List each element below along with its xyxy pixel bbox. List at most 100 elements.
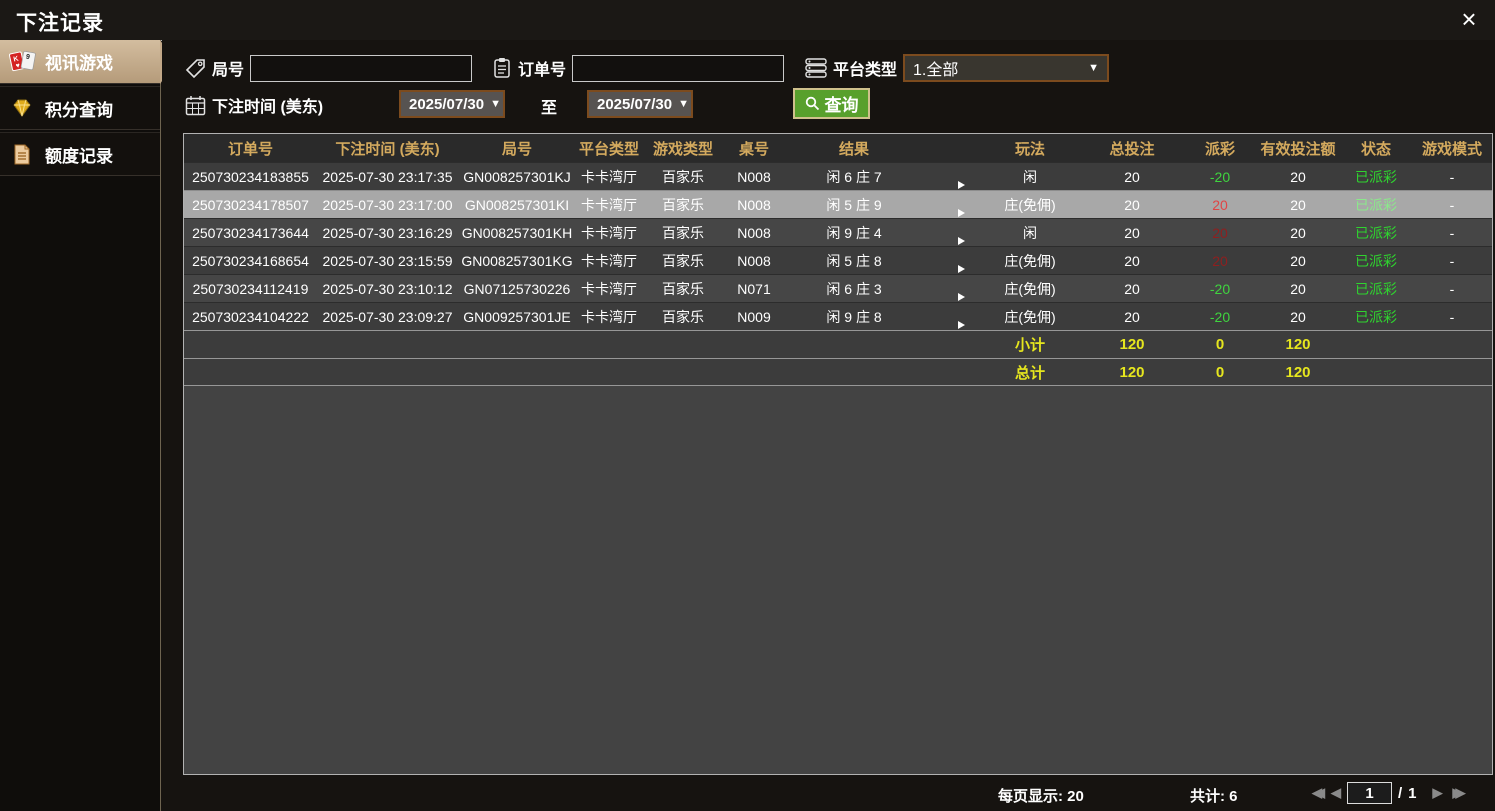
- cell-total: 20: [1124, 308, 1140, 325]
- calendar-icon: [185, 95, 206, 116]
- sidebar-item-video-games[interactable]: K ♥ 9 视讯游戏: [0, 40, 160, 84]
- table-row[interactable]: 250730234183855 2025-07-30 23:17:35 GN00…: [184, 162, 1492, 190]
- bet-time-label: 下注时间 (美东): [212, 99, 324, 116]
- content-area: 局号 订单号 平台类型 1.全部 ▼ 下注时间 (美东) 2025/07/30 …: [162, 40, 1495, 811]
- cell-payout: -20: [1209, 280, 1231, 297]
- subtotal-label: 小计: [1014, 337, 1045, 354]
- cell-table: N008: [737, 252, 771, 269]
- platform-type-value: 1.全部: [913, 62, 959, 79]
- cell-platform: 卡卡湾厅: [581, 168, 637, 185]
- query-button[interactable]: 查询: [793, 88, 870, 119]
- cell-round: GN008257301KJ: [463, 168, 571, 185]
- table-row[interactable]: 250730234112419 2025-07-30 23:10:12 GN07…: [184, 274, 1492, 302]
- cell-total: 20: [1124, 280, 1140, 297]
- cell-bet-type: 闲: [1023, 168, 1037, 185]
- cell-order: 250730234178507: [192, 196, 309, 213]
- cell-platform: 卡卡湾厅: [581, 280, 637, 297]
- cell-order: 250730234183855: [192, 168, 309, 185]
- cell-platform: 卡卡湾厅: [581, 252, 637, 269]
- cell-order: 250730234112419: [192, 280, 309, 297]
- cell-valid: 20: [1290, 308, 1306, 325]
- cell-round: GN07125730226: [463, 280, 571, 297]
- sidebar: K ♥ 9 视讯游戏 积分查询 额度记录: [0, 40, 161, 811]
- cell-valid: 20: [1290, 224, 1306, 241]
- platform-type-select[interactable]: 1.全部 ▼: [903, 54, 1110, 82]
- cell-payout: 20: [1212, 196, 1228, 213]
- date-from-value: 2025/07/30: [409, 95, 485, 113]
- cell-result: 闲 5 庄 8: [826, 252, 882, 269]
- cell-table: N008: [737, 196, 771, 213]
- date-to-value: 2025/07/30: [597, 95, 673, 113]
- cell-table: N008: [737, 224, 771, 241]
- pagination: ◀◀ ◀ / 1 ▶ ▶▶: [1312, 782, 1466, 804]
- sidebar-item-credit-records[interactable]: 额度记录: [0, 132, 160, 176]
- cell-round: GN008257301KI: [464, 196, 570, 213]
- col-header-mode: 游戏模式: [1421, 140, 1482, 158]
- col-header-payout: 派彩: [1204, 140, 1235, 158]
- col-header-time: 下注时间 (美东): [335, 140, 440, 158]
- cell-time: 2025-07-30 23:16:29: [322, 224, 453, 241]
- order-no-input[interactable]: [572, 54, 785, 82]
- close-button[interactable]: ×: [1453, 2, 1485, 36]
- last-page-icon[interactable]: ▶▶: [1453, 785, 1466, 801]
- cell-time: 2025-07-30 23:17:35: [322, 168, 453, 185]
- cell-valid: 20: [1290, 168, 1306, 185]
- table-row[interactable]: 250730234173644 2025-07-30 23:16:29 GN00…: [184, 218, 1492, 246]
- prev-page-icon[interactable]: ◀: [1331, 785, 1341, 801]
- col-header-order: 订单号: [227, 140, 273, 158]
- cell-round: GN008257301KG: [461, 252, 573, 269]
- cell-bet-type: 闲: [1023, 224, 1037, 241]
- date-to-select[interactable]: 2025/07/30 ▼: [587, 90, 693, 118]
- cell-mode: -: [1449, 280, 1455, 297]
- cell-time: 2025-07-30 23:15:59: [322, 252, 453, 269]
- table-row[interactable]: 250730234168654 2025-07-30 23:15:59 GN00…: [184, 246, 1492, 274]
- page-number-input[interactable]: [1347, 782, 1392, 804]
- clipboard-icon: [492, 57, 512, 79]
- cell-result: 闲 6 庄 3: [826, 280, 882, 297]
- cell-total: 20: [1124, 196, 1140, 213]
- cell-time: 2025-07-30 23:09:27: [322, 308, 453, 325]
- cell-game: 百家乐: [662, 224, 704, 241]
- cell-status: 已派彩: [1355, 280, 1397, 297]
- next-page-icon[interactable]: ▶: [1433, 785, 1443, 801]
- sidebar-item-label: 额度记录: [45, 146, 113, 166]
- cell-result: 闲 5 庄 9: [826, 196, 882, 213]
- cell-status: 已派彩: [1355, 168, 1397, 185]
- subtotal-payout: 0: [1215, 336, 1225, 353]
- order-no-label: 订单号: [518, 62, 567, 79]
- cell-game: 百家乐: [662, 308, 704, 325]
- diamond-icon: [8, 98, 36, 118]
- table-header-row: 订单号 下注时间 (美东) 局号 平台类型 游戏类型 桌号 结果 玩法 总投注 …: [184, 134, 1492, 162]
- sidebar-item-label: 视讯游戏: [45, 54, 113, 73]
- document-icon: [8, 144, 36, 165]
- cell-mode: -: [1449, 168, 1455, 185]
- bet-records-table: 订单号 下注时间 (美东) 局号 平台类型 游戏类型 桌号 结果 玩法 总投注 …: [183, 133, 1493, 775]
- cell-bet-type: 庄(免佣): [1004, 280, 1056, 297]
- round-no-input[interactable]: [250, 54, 473, 82]
- first-page-icon[interactable]: ◀◀: [1312, 785, 1325, 801]
- table-row-selected[interactable]: 250730234178507 2025-07-30 23:17:00 GN00…: [184, 190, 1492, 218]
- cell-platform: 卡卡湾厅: [581, 308, 637, 325]
- cell-result: 闲 9 庄 8: [826, 308, 882, 325]
- chevron-down-icon: ▼: [490, 98, 501, 110]
- cell-time: 2025-07-30 23:10:12: [322, 280, 453, 297]
- cell-bet-type: 庄(免佣): [1004, 252, 1056, 269]
- cell-payout: -20: [1209, 308, 1231, 325]
- cell-valid: 20: [1290, 280, 1306, 297]
- cell-table: N071: [737, 280, 771, 297]
- grand-total-valid: 120: [1285, 363, 1311, 381]
- sidebar-item-label: 积分查询: [45, 100, 113, 120]
- grand-total-label: 总计: [1014, 364, 1045, 382]
- sidebar-item-points-query[interactable]: 积分查询: [0, 86, 160, 130]
- cell-bet-type: 庄(免佣): [1004, 196, 1056, 213]
- page-separator: /: [1398, 784, 1403, 802]
- cell-result: 闲 6 庄 7: [826, 168, 882, 185]
- cell-status: 已派彩: [1355, 252, 1397, 269]
- col-header-game: 游戏类型: [652, 140, 713, 158]
- cell-mode: -: [1449, 308, 1455, 325]
- cell-total: 20: [1124, 224, 1140, 241]
- date-from-select[interactable]: 2025/07/30 ▼: [399, 90, 505, 118]
- cell-order: 250730234173644: [192, 224, 309, 241]
- table-row[interactable]: 250730234104222 2025-07-30 23:09:27 GN00…: [184, 302, 1492, 330]
- grand-total-row: 总计 120 0 120: [184, 358, 1492, 386]
